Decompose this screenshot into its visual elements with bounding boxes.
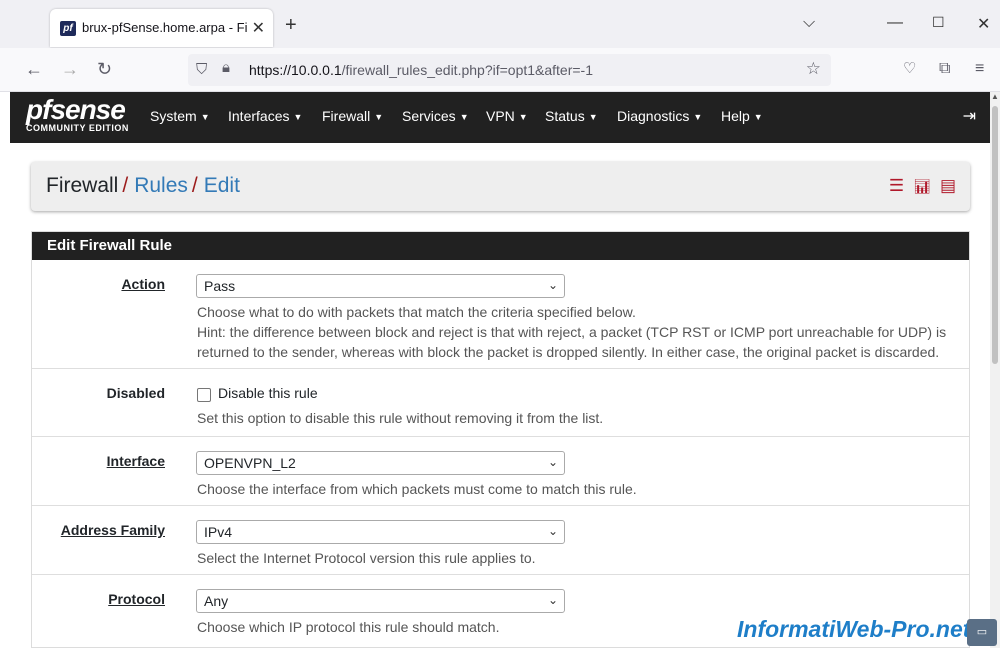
- scrollbar-thumb[interactable]: [992, 106, 998, 364]
- interface-help: Choose the interface from which packets …: [197, 481, 637, 497]
- navigation-toolbar: ← → ↻ ⛉ 🔒︎ https://10.0.0.1/firewall_rul…: [0, 48, 1000, 92]
- maximize-icon[interactable]: ☐: [932, 14, 945, 31]
- menu-system[interactable]: System ▼: [150, 108, 210, 124]
- pfsense-favicon-icon: pf: [60, 21, 76, 36]
- menu-services[interactable]: Services ▼: [402, 108, 469, 124]
- action-label: Action: [121, 276, 165, 292]
- action-hint: Hint: the difference between block and r…: [197, 324, 947, 340]
- interface-label: Interface: [106, 453, 165, 469]
- protocol-select[interactable]: Any ⌄: [196, 589, 565, 613]
- menu-vpn[interactable]: VPN ▼: [486, 108, 528, 124]
- close-tab-icon[interactable]: ✕: [252, 18, 265, 38]
- address-family-row: Address Family IPv4 ⌄ Select the Internet…: [32, 506, 969, 575]
- menu-help[interactable]: Help ▼: [721, 108, 763, 124]
- forward-icon[interactable]: →: [61, 59, 79, 79]
- tab-strip: pf brux-pfSense.home.arpa - Firew ✕ + ⌵ …: [0, 0, 1000, 48]
- breadcrumb-rules-link[interactable]: Rules: [134, 174, 188, 197]
- disabled-label: Disabled: [106, 385, 165, 401]
- menu-firewall[interactable]: Firewall ▼: [322, 108, 383, 124]
- address-bar[interactable]: ⛉ 🔒︎ https://10.0.0.1/firewall_rules_edi…: [188, 54, 831, 86]
- action-hint-cont: returned to the sender, whereas with blo…: [197, 344, 940, 360]
- disable-rule-checkbox[interactable]: [197, 388, 211, 402]
- protocol-help: Choose which IP protocol this rule shoul…: [197, 619, 500, 635]
- scrollbar[interactable]: ▲: [990, 92, 1000, 648]
- chevron-down-icon: ⌄: [547, 455, 558, 469]
- interface-row: Interface OPENVPN_L2 ⌄ Choose the interfa…: [32, 437, 969, 506]
- url-text: https://10.0.0.1/firewall_rules_edit.php…: [249, 62, 594, 78]
- back-icon[interactable]: ←: [25, 59, 43, 79]
- disabled-help: Set this option to disable this rule wit…: [197, 410, 604, 426]
- protocol-label: Protocol: [108, 591, 165, 607]
- address-family-label: Address Family: [60, 522, 165, 538]
- action-help: Choose what to do with packets that matc…: [197, 304, 636, 320]
- bar-chart-icon[interactable]: 📊︎: [913, 176, 931, 196]
- browser-tab[interactable]: pf brux-pfSense.home.arpa - Firew ✕: [50, 9, 273, 47]
- tab-title: brux-pfSense.home.arpa - Firew: [82, 20, 247, 35]
- watermark-logo-icon: ▭: [967, 619, 997, 646]
- menu-interfaces[interactable]: Interfaces ▼: [228, 108, 302, 124]
- address-family-help: Select the Internet Protocol version thi…: [197, 550, 536, 566]
- chevron-down-icon: ⌄: [547, 524, 558, 538]
- minimize-icon[interactable]: —: [887, 14, 903, 32]
- pfsense-logo[interactable]: pfsense COMMUNITY EDITION: [26, 96, 129, 134]
- menu-diagnostics[interactable]: Diagnostics ▼: [617, 108, 702, 124]
- chevron-down-icon: ⌄: [547, 593, 558, 607]
- address-family-select[interactable]: IPv4 ⌄: [196, 520, 565, 544]
- panel-title: Edit Firewall Rule: [32, 232, 969, 260]
- new-tab-icon[interactable]: +: [285, 15, 297, 35]
- pfsense-navbar: pfsense COMMUNITY EDITION System ▼ Interf…: [10, 92, 990, 143]
- extensions-icon[interactable]: ⧉: [939, 59, 950, 79]
- logout-icon[interactable]: ⇥: [963, 106, 976, 126]
- sliders-icon[interactable]: ☰: [889, 176, 904, 196]
- lock-icon[interactable]: 🔒︎: [222, 59, 230, 76]
- app-menu-icon[interactable]: ≡: [975, 59, 984, 79]
- edit-rule-panel: Edit Firewall Rule Action Pass ⌄ Choose w…: [31, 231, 970, 648]
- reload-icon[interactable]: ↻: [97, 59, 112, 79]
- interface-select[interactable]: OPENVPN_L2 ⌄: [196, 451, 565, 475]
- scroll-up-icon[interactable]: ▲: [990, 92, 1000, 101]
- action-select[interactable]: Pass ⌄: [196, 274, 565, 298]
- list-tabs-icon[interactable]: ⌵: [803, 14, 815, 32]
- bookmark-star-icon[interactable]: ☆: [806, 59, 821, 79]
- shield-icon[interactable]: ⛉: [196, 61, 207, 78]
- pocket-icon[interactable]: ♡: [903, 59, 916, 79]
- breadcrumb-edit-link[interactable]: Edit: [204, 174, 240, 197]
- disable-rule-checkbox-label[interactable]: Disable this rule: [218, 385, 318, 401]
- action-row: Action Pass ⌄ Choose what to do with pack…: [32, 260, 969, 369]
- list-icon[interactable]: ▤: [940, 176, 956, 196]
- breadcrumb-firewall: Firewall: [46, 174, 119, 197]
- disabled-row: Disabled Disable this rule Set this opti…: [32, 369, 969, 437]
- browser-window: pf brux-pfSense.home.arpa - Firew ✕ + ⌵ …: [0, 0, 1000, 648]
- watermark: InformatiWeb-Pro.net: [737, 616, 971, 642]
- close-window-icon[interactable]: ✕: [977, 14, 990, 34]
- chevron-down-icon: ⌄: [547, 278, 558, 292]
- breadcrumb: Firewall/Rules/Edit ☰ 📊︎ ▤ ?: [31, 162, 970, 211]
- menu-status[interactable]: Status ▼: [545, 108, 598, 124]
